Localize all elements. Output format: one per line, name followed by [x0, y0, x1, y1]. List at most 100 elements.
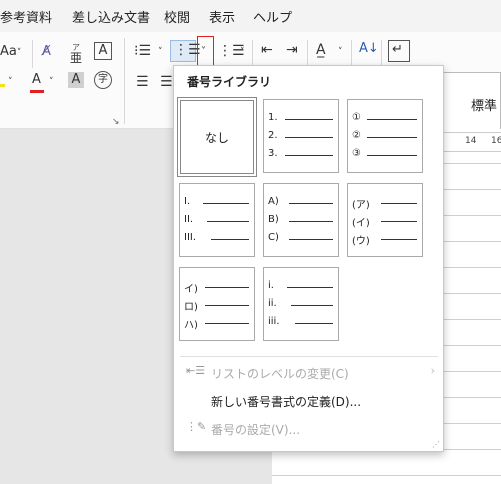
format-marker: イ)	[184, 284, 198, 295]
format-marker: ②	[352, 130, 361, 141]
format-marker: I.	[184, 196, 191, 207]
format-rule	[203, 203, 249, 204]
char-spacing-icon[interactable]: A̲	[316, 42, 326, 58]
divider	[32, 40, 33, 68]
char-spacing-dropdown-icon[interactable]: ˅	[338, 44, 343, 60]
numbering-format-option[interactable]: イ) ロ) ハ)	[179, 267, 255, 341]
change-list-level-label: リストのレベルの変更(C)	[211, 367, 349, 381]
format-marker: ロ)	[184, 302, 198, 313]
font-color-button[interactable]: A	[32, 72, 41, 88]
none-label: なし	[204, 130, 229, 145]
format-rule	[287, 287, 333, 288]
format-marker: II.	[184, 214, 194, 225]
align-left-icon[interactable]: ☰	[136, 74, 149, 90]
list-level-icon: ⇤☰	[186, 364, 206, 377]
char-shading-button[interactable]: A	[68, 72, 84, 88]
format-marker: (ウ)	[352, 236, 370, 247]
multilevel-dropdown-icon[interactable]: ˅	[240, 44, 245, 60]
clear-formatting-icon[interactable]: A̸	[42, 44, 51, 60]
submenu-arrow-icon: ›	[430, 364, 435, 377]
highlight-dropdown-icon[interactable]: ˅	[8, 74, 13, 90]
format-line: (ア)	[352, 194, 420, 211]
font-color-swatch	[30, 90, 44, 93]
tab-review[interactable]: 校閲	[164, 7, 190, 26]
format-line: イ)	[184, 278, 252, 295]
numbering-library-title: 番号ライブラリ	[187, 75, 272, 89]
tab-view[interactable]: 表示	[209, 7, 235, 26]
style-standard-label[interactable]: 標準	[471, 95, 497, 114]
format-line: 3.	[268, 146, 336, 162]
char-border-button[interactable]: A	[94, 42, 112, 60]
format-rule	[285, 155, 333, 156]
char-shading-label: A	[71, 72, 81, 87]
format-rule	[285, 119, 333, 120]
tab-references[interactable]: 参考資料	[0, 7, 52, 26]
tab-help[interactable]: ヘルプ	[253, 7, 292, 26]
format-marker: 1.	[268, 112, 278, 123]
format-line: (ウ)	[352, 230, 420, 247]
font-dialog-launcher-icon[interactable]: ↘	[112, 114, 120, 130]
format-rule	[289, 239, 333, 240]
menu-separator	[180, 356, 438, 357]
format-marker: III.	[184, 232, 197, 243]
format-line: III.	[184, 230, 252, 246]
format-rule	[207, 221, 249, 222]
define-new-number-format-item[interactable]: 新しい番号書式の定義(D)...	[174, 388, 443, 412]
tab-mailings[interactable]: 差し込み文書	[72, 7, 150, 26]
format-rule	[205, 305, 249, 306]
format-rule	[211, 239, 249, 240]
format-line: i.	[268, 278, 336, 294]
paragraph-mark-icon: ↵	[392, 42, 403, 57]
phonetic-guide-button[interactable]: 亜	[70, 50, 82, 66]
format-line: ロ)	[184, 296, 252, 313]
change-list-level-item[interactable]: ⇤☰ リストのレベルの変更(C) ›	[174, 360, 443, 384]
format-rule	[381, 239, 417, 240]
enclose-char-button[interactable]: 字	[94, 71, 112, 89]
format-line: iii.	[268, 314, 336, 330]
font-color-dropdown-icon[interactable]: ˅	[49, 74, 54, 90]
format-rule	[291, 305, 333, 306]
format-line: (イ)	[352, 212, 420, 229]
change-case-button[interactable]: Aa˅	[0, 44, 21, 61]
format-line: ハ)	[184, 314, 252, 331]
format-line: A)	[268, 194, 336, 210]
change-case-label: Aa	[0, 44, 17, 59]
numbering-format-option[interactable]: i. ii. iii.	[263, 267, 339, 341]
format-rule	[205, 287, 249, 288]
resize-grip-icon[interactable]: ⋰	[432, 440, 440, 449]
sort-icon[interactable]: A↓	[359, 41, 379, 57]
format-line: ③	[352, 146, 420, 162]
format-marker: (ア)	[352, 200, 370, 211]
increase-indent-icon[interactable]: ⇥	[286, 42, 298, 58]
bullets-dropdown-icon[interactable]: ˅	[158, 44, 163, 60]
numbering-format-option[interactable]: 1. 2. 3.	[263, 99, 339, 173]
format-line: 2.	[268, 128, 336, 144]
format-line: ii.	[268, 296, 336, 312]
format-marker: B)	[268, 214, 279, 225]
font-color-label: A	[32, 72, 41, 87]
numbering-library-dropdown: 番号ライブラリ なし 1. 2. 3. ① ② ③ I. II. III. A)…	[173, 65, 444, 452]
format-rule	[205, 323, 249, 324]
align-center-icon[interactable]: ☰	[160, 74, 173, 90]
format-line: B)	[268, 212, 336, 228]
numbering-format-option[interactable]: ① ② ③	[347, 99, 423, 173]
divider	[351, 40, 352, 68]
numbering-format-option[interactable]: I. II. III.	[179, 183, 255, 257]
format-rule	[289, 203, 333, 204]
highlight-color-swatch	[0, 84, 5, 87]
format-marker: 2.	[268, 130, 278, 141]
set-numbering-value-item[interactable]: ⋮✎ 番号の設定(V)...	[174, 416, 443, 440]
numbering-none-option[interactable]: なし	[177, 97, 257, 177]
format-marker: (イ)	[352, 218, 370, 229]
format-marker: A)	[268, 196, 279, 207]
numbering-format-option[interactable]: (ア) (イ) (ウ)	[347, 183, 423, 257]
format-marker: iii.	[268, 316, 280, 327]
decrease-indent-icon[interactable]: ⇤	[261, 42, 273, 58]
numbering-dropdown-icon[interactable]: ˅	[201, 44, 206, 60]
bullets-icon[interactable]: ⁝☰	[134, 43, 151, 59]
format-marker: ii.	[268, 298, 277, 309]
numbering-format-option[interactable]: A) B) C)	[263, 183, 339, 257]
divider	[307, 40, 308, 68]
divider	[381, 40, 382, 68]
format-line: I.	[184, 194, 252, 210]
